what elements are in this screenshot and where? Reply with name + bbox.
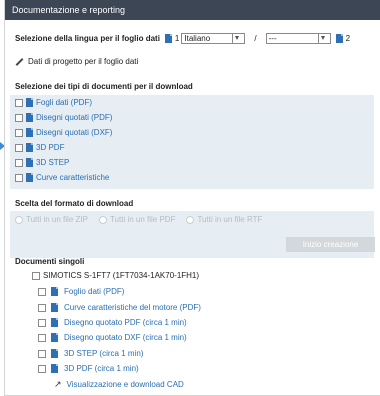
doc-type-checkbox[interactable] xyxy=(15,143,23,152)
file-icon xyxy=(164,34,172,43)
doc-types-section: Fogli dati (PDF) Disegni quotati (PDF) D… xyxy=(10,95,374,189)
doc-type-item[interactable]: Disegni quotati (PDF) xyxy=(15,113,112,122)
file-icon xyxy=(26,98,33,107)
product-label: SIMOTICS S-1FT7 (1FT7034-1AK70-1FH1) xyxy=(43,271,200,280)
pencil-icon xyxy=(15,57,24,66)
rtf-label: Tutti in un file RTF xyxy=(197,215,263,224)
language1-select[interactable]: Italiano xyxy=(181,33,246,44)
single-doc-checkbox[interactable] xyxy=(38,349,46,358)
zip-label: Tutti in un file ZIP xyxy=(26,215,88,224)
single-doc-label: Foglio dati (PDF) xyxy=(64,287,125,296)
doc-type-label: Curve caratteristiche xyxy=(36,173,110,182)
file-icon xyxy=(51,287,58,296)
file-icon xyxy=(51,364,58,373)
project-data-label: Dati di progetto per il foglio dati xyxy=(28,57,139,66)
single-doc-item[interactable]: Disegno quotato DXF (circa 1 min) xyxy=(38,333,187,342)
pdf-label: Tutti in un file PDF xyxy=(109,215,176,224)
single-doc-item[interactable]: Curve caratteristiche del motore (PDF) xyxy=(38,303,201,312)
doc-type-item[interactable]: 3D PDF xyxy=(15,143,64,152)
single-doc-item[interactable]: 3D PDF (circa 1 min) xyxy=(38,364,139,373)
single-doc-checkbox[interactable] xyxy=(38,287,46,296)
language-separator: / xyxy=(254,34,257,43)
doc-type-label: 3D STEP xyxy=(36,158,70,167)
cad-link-label: Visualizzazione e download CAD xyxy=(66,380,184,389)
download-format-heading: Scelta del formato di download xyxy=(15,199,134,208)
doc-type-checkbox[interactable] xyxy=(15,173,23,182)
doc-type-checkbox[interactable] xyxy=(15,158,23,167)
single-doc-label: Curve caratteristiche del motore (PDF) xyxy=(64,303,201,312)
documentation-panel: Documentazione e reporting Selezione del… xyxy=(4,0,380,396)
file-icon xyxy=(26,113,33,122)
single-doc-label: Disegno quotato PDF (circa 1 min) xyxy=(64,318,187,327)
product-item[interactable]: SIMOTICS S-1FT7 (1FT7034-1AK70-1FH1) xyxy=(32,271,199,280)
doc-type-item[interactable]: Curve caratteristiche xyxy=(15,173,109,182)
doc-type-checkbox[interactable] xyxy=(15,98,23,107)
format-options: Tutti in un file ZIP Tutti in un file PD… xyxy=(15,215,273,224)
single-doc-checkbox[interactable] xyxy=(38,318,46,327)
single-doc-checkbox[interactable] xyxy=(38,333,46,342)
doc-type-checkbox[interactable] xyxy=(15,113,23,122)
doc-type-label: Disegni quotati (DXF) xyxy=(36,128,113,137)
single-doc-label: Disegno quotato DXF (circa 1 min) xyxy=(64,333,187,342)
file-icon xyxy=(51,333,58,342)
cad-link[interactable]: ↗ Visualizzazione e download CAD xyxy=(54,379,184,390)
doc-type-checkbox[interactable] xyxy=(15,128,23,137)
single-doc-label: 3D PDF (circa 1 min) xyxy=(64,364,139,373)
language-label: Selezione della lingua per il foglio dat… xyxy=(15,34,160,43)
doc-type-label: Fogli dati (PDF) xyxy=(36,98,93,107)
single-docs-heading: Documenti singoli xyxy=(15,257,85,266)
doc-types-heading: Selezione dei tipi di documenti per il d… xyxy=(15,82,193,91)
doc-type-label: 3D PDF xyxy=(36,143,65,152)
language2-select[interactable]: --- xyxy=(265,33,331,44)
chevron-down-icon xyxy=(232,34,242,43)
single-doc-item[interactable]: Disegno quotato PDF (circa 1 min) xyxy=(38,318,187,327)
single-doc-item[interactable]: 3D STEP (circa 1 min) xyxy=(38,349,143,358)
panel-title: Documentazione e reporting xyxy=(5,0,380,20)
language-row: Selezione della lingua per il foglio dat… xyxy=(15,33,350,44)
doc-type-item[interactable]: Disegni quotati (DXF) xyxy=(15,128,112,137)
lang1-number: 1 xyxy=(174,34,180,43)
file-icon xyxy=(26,158,33,167)
file-icon xyxy=(26,143,33,152)
start-creation-button[interactable]: Inizio creazione xyxy=(286,237,375,252)
doc-type-label: Disegni quotati (PDF) xyxy=(36,113,113,122)
file-icon xyxy=(51,318,58,327)
chevron-down-icon xyxy=(317,34,328,43)
zip-radio[interactable] xyxy=(15,215,23,224)
single-doc-label: 3D STEP (circa 1 min) xyxy=(64,349,144,358)
file-icon xyxy=(26,128,33,137)
pdf-radio[interactable] xyxy=(98,215,107,224)
external-arrow-icon: ↗ xyxy=(54,379,62,389)
lang2-number: 2 xyxy=(345,34,351,43)
single-doc-checkbox[interactable] xyxy=(38,364,46,373)
single-doc-item[interactable]: Foglio dati (PDF) xyxy=(38,287,124,296)
file-icon xyxy=(26,173,33,182)
doc-type-item[interactable]: 3D STEP xyxy=(15,158,69,167)
file-icon xyxy=(51,349,58,358)
language1-value: Italiano xyxy=(184,34,211,43)
file-icon xyxy=(335,34,343,43)
single-doc-checkbox[interactable] xyxy=(38,303,46,312)
project-data-link[interactable]: Dati di progetto per il foglio dati xyxy=(15,57,138,66)
product-checkbox[interactable] xyxy=(32,271,40,280)
doc-type-item[interactable]: Fogli dati (PDF) xyxy=(15,98,92,107)
file-icon xyxy=(51,303,58,312)
rtf-radio[interactable] xyxy=(186,215,195,224)
language2-value: --- xyxy=(268,34,277,43)
